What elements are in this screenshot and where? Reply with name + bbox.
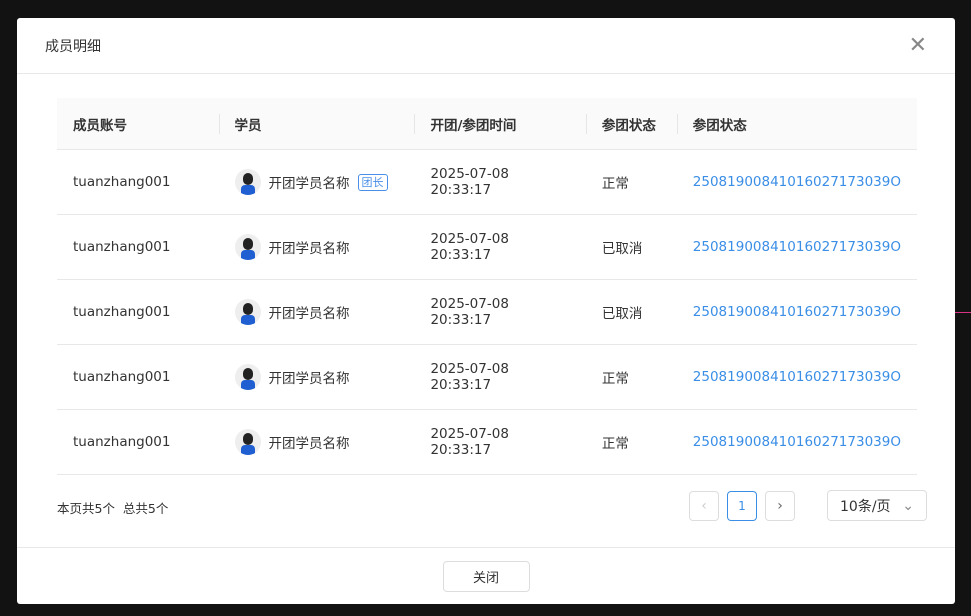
table-row: tuanzhang001 开团学员名称 2025-07-08 20:33:17 … xyxy=(57,344,917,410)
order-link[interactable]: 25081900841016027173039O xyxy=(693,434,901,450)
account-cell: tuanzhang001 xyxy=(57,344,219,410)
time-cell: 2025-07-08 20:33:17 xyxy=(414,409,586,475)
member-detail-modal: 成员明细 ✕ 成员账号 学员 开团/参团时间 参团状态 参团状态 tuanzhang00… xyxy=(17,18,955,604)
status-cell: 正常 xyxy=(585,149,677,215)
student-name: 开团学员名称 xyxy=(268,436,350,452)
page-1-button[interactable]: 1 xyxy=(727,490,757,521)
time-cell: 2025-07-08 20:33:17 xyxy=(414,214,586,280)
column-header: 参团状态 xyxy=(676,98,917,150)
leader-badge: 团长 xyxy=(357,173,388,191)
student-name: 开团学员名称 xyxy=(268,306,350,322)
column-header: 开团/参团时间 xyxy=(414,98,586,150)
order-link[interactable]: 25081900841016027173039O xyxy=(693,174,901,190)
time-cell: 2025-07-08 20:33:17 xyxy=(414,279,586,345)
column-header: 参团状态 xyxy=(585,98,677,150)
student-name: 开团学员名称 xyxy=(268,371,350,387)
order-link[interactable]: 25081900841016027173039O xyxy=(693,239,901,255)
page-size-select[interactable]: 10条/页 ⌄ xyxy=(827,490,927,521)
avatar xyxy=(234,364,261,390)
chevron-down-icon: ⌄ xyxy=(902,497,914,514)
avatar xyxy=(234,234,261,260)
table-row: tuanzhang001 开团学员名称 团长 2025-07-08 20:33:1… xyxy=(57,149,917,215)
prev-page-button[interactable]: ‹ xyxy=(689,490,719,521)
modal-header: 成员明细 ✕ xyxy=(17,18,955,74)
pagination: ‹ 1 › 10条/页 ⌄ xyxy=(689,490,927,521)
avatar xyxy=(234,169,261,195)
modal-footer: 关闭 xyxy=(17,547,955,605)
status-cell: 正常 xyxy=(585,344,677,410)
status-cell: 已取消 xyxy=(585,214,677,280)
account-cell: tuanzhang001 xyxy=(57,279,219,345)
close-button[interactable]: 关闭 xyxy=(442,561,530,592)
account-cell: tuanzhang001 xyxy=(57,149,219,215)
account-cell: tuanzhang001 xyxy=(57,409,219,475)
avatar xyxy=(234,429,261,455)
status-cell: 已取消 xyxy=(585,279,677,345)
table-row: tuanzhang001 开团学员名称 2025-07-08 20:33:17 … xyxy=(57,409,917,475)
order-link[interactable]: 25081900841016027173039O xyxy=(693,304,901,320)
table-row: tuanzhang001 开团学员名称 2025-07-08 20:33:17 … xyxy=(57,214,917,280)
status-cell: 正常 xyxy=(585,409,677,475)
avatar xyxy=(234,299,261,325)
account-cell: tuanzhang001 xyxy=(57,214,219,280)
student-name: 开团学员名称 xyxy=(268,241,350,257)
time-cell: 2025-07-08 20:33:17 xyxy=(414,149,586,215)
close-icon[interactable]: ✕ xyxy=(909,34,927,57)
modal-title: 成员明细 xyxy=(45,38,101,55)
next-page-button[interactable]: › xyxy=(765,490,795,521)
column-header: 成员账号 xyxy=(57,98,219,150)
table-row: tuanzhang001 开团学员名称 2025-07-08 20:33:17 … xyxy=(57,279,917,345)
time-cell: 2025-07-08 20:33:17 xyxy=(414,344,586,410)
page-size-value: 10条/页 xyxy=(840,498,891,515)
members-table: 成员账号 学员 开团/参团时间 参团状态 参团状态 tuanzhang001 开团学员名… xyxy=(57,98,917,475)
column-header: 学员 xyxy=(218,98,415,150)
page-summary: 本页共5个 总共5个 xyxy=(57,501,169,516)
student-name: 开团学员名称 xyxy=(268,176,350,192)
order-link[interactable]: 25081900841016027173039O xyxy=(693,369,901,385)
